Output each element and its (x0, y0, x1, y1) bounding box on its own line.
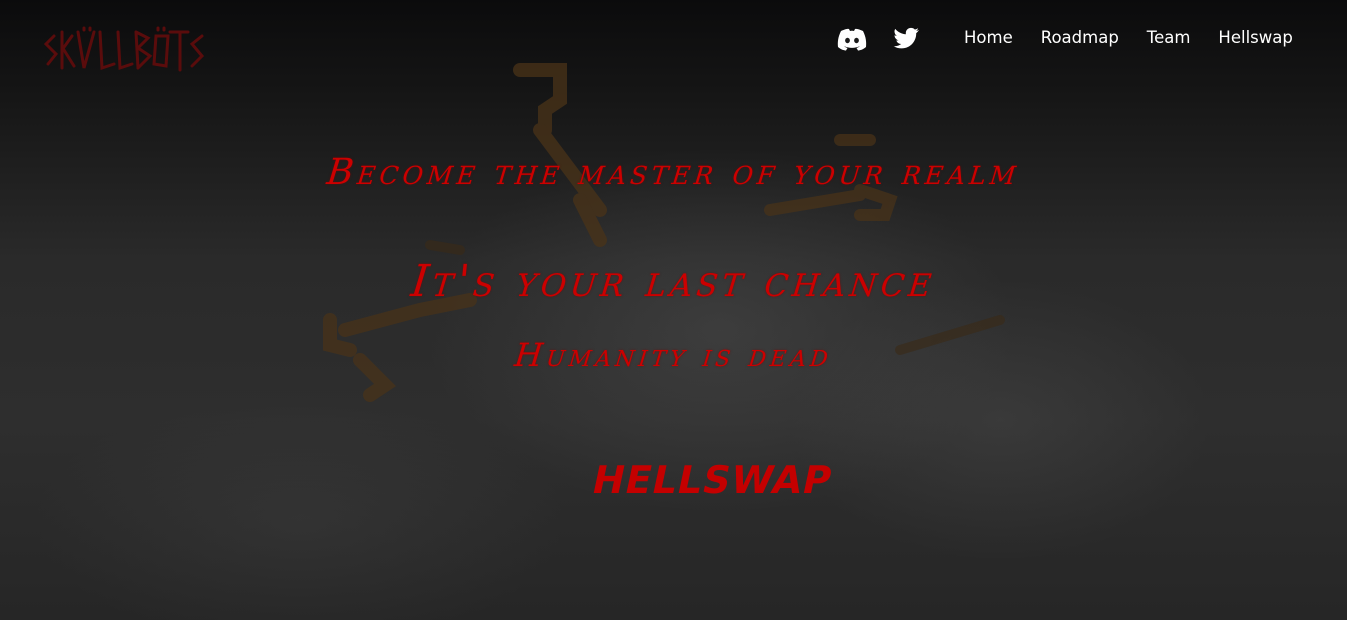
nav-home[interactable]: Home (950, 26, 1027, 50)
twitter-icon (893, 27, 919, 49)
hellswap-button-label: HELLSWAP (588, 458, 837, 502)
nav-team[interactable]: Team (1133, 26, 1205, 50)
nav-hellswap[interactable]: Hellswap (1204, 26, 1306, 50)
discord-link[interactable] (837, 24, 867, 54)
logo-artwork (43, 26, 205, 72)
site-header: Home Roadmap Team Hellswap (0, 0, 1347, 80)
hellswap-button[interactable]: HELLSWAP (588, 452, 836, 508)
hero-headline: It's your last chance (408, 256, 939, 307)
background-artwork (323, 63, 1005, 402)
main-nav: Home Roadmap Team Hellswap (950, 26, 1307, 50)
hero-subline: Humanity is dead (512, 336, 835, 374)
page: Home Roadmap Team Hellswap Become the ma… (0, 0, 1347, 620)
nav-roadmap[interactable]: Roadmap (1027, 26, 1133, 50)
discord-icon (837, 28, 867, 51)
twitter-link[interactable] (891, 24, 921, 54)
skullbots-logo[interactable] (43, 24, 205, 76)
hero-tagline: Become the master of your realm (324, 152, 1023, 193)
